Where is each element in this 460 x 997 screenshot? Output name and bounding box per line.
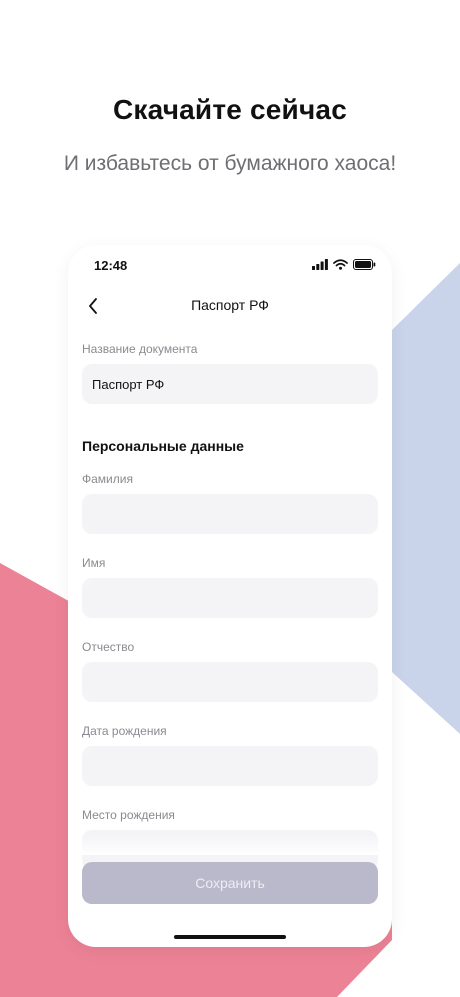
surname-label: Фамилия [82,472,133,486]
page-title: Паспорт РФ [191,297,269,313]
section-heading: Персональные данные [82,438,244,454]
blue-shape [392,263,460,734]
wifi-icon [333,259,348,270]
save-button[interactable]: Сохранить [82,862,378,904]
doc-name-label: Название документа [82,342,198,356]
patronymic-input[interactable] [82,662,378,702]
home-indicator [174,935,286,939]
signal-icon [312,259,328,270]
promo-title: Скачайте сейчас [113,94,347,125]
status-bar: 12:48 [68,245,392,285]
status-icons [312,259,376,270]
patronymic-label: Отчество [82,640,135,654]
status-time: 12:48 [94,258,128,273]
birth-date-input[interactable] [82,746,378,786]
doc-name-input[interactable] [82,364,378,404]
name-label: Имя [82,556,106,570]
scroll-fade [68,835,392,855]
name-input[interactable] [82,578,378,618]
surname-input[interactable] [82,494,378,534]
birth-place-label: Место рождения [82,808,175,822]
nav-bar: Паспорт РФ [68,289,392,325]
battery-icon [353,259,376,270]
birth-date-label: Дата рождения [82,724,167,738]
phone-mockup: 12:48 Паспорт РФ Название документа Пасп… [68,245,392,947]
promo-subtitle: И избавьтесь от бумажного хаоса! [63,152,397,175]
